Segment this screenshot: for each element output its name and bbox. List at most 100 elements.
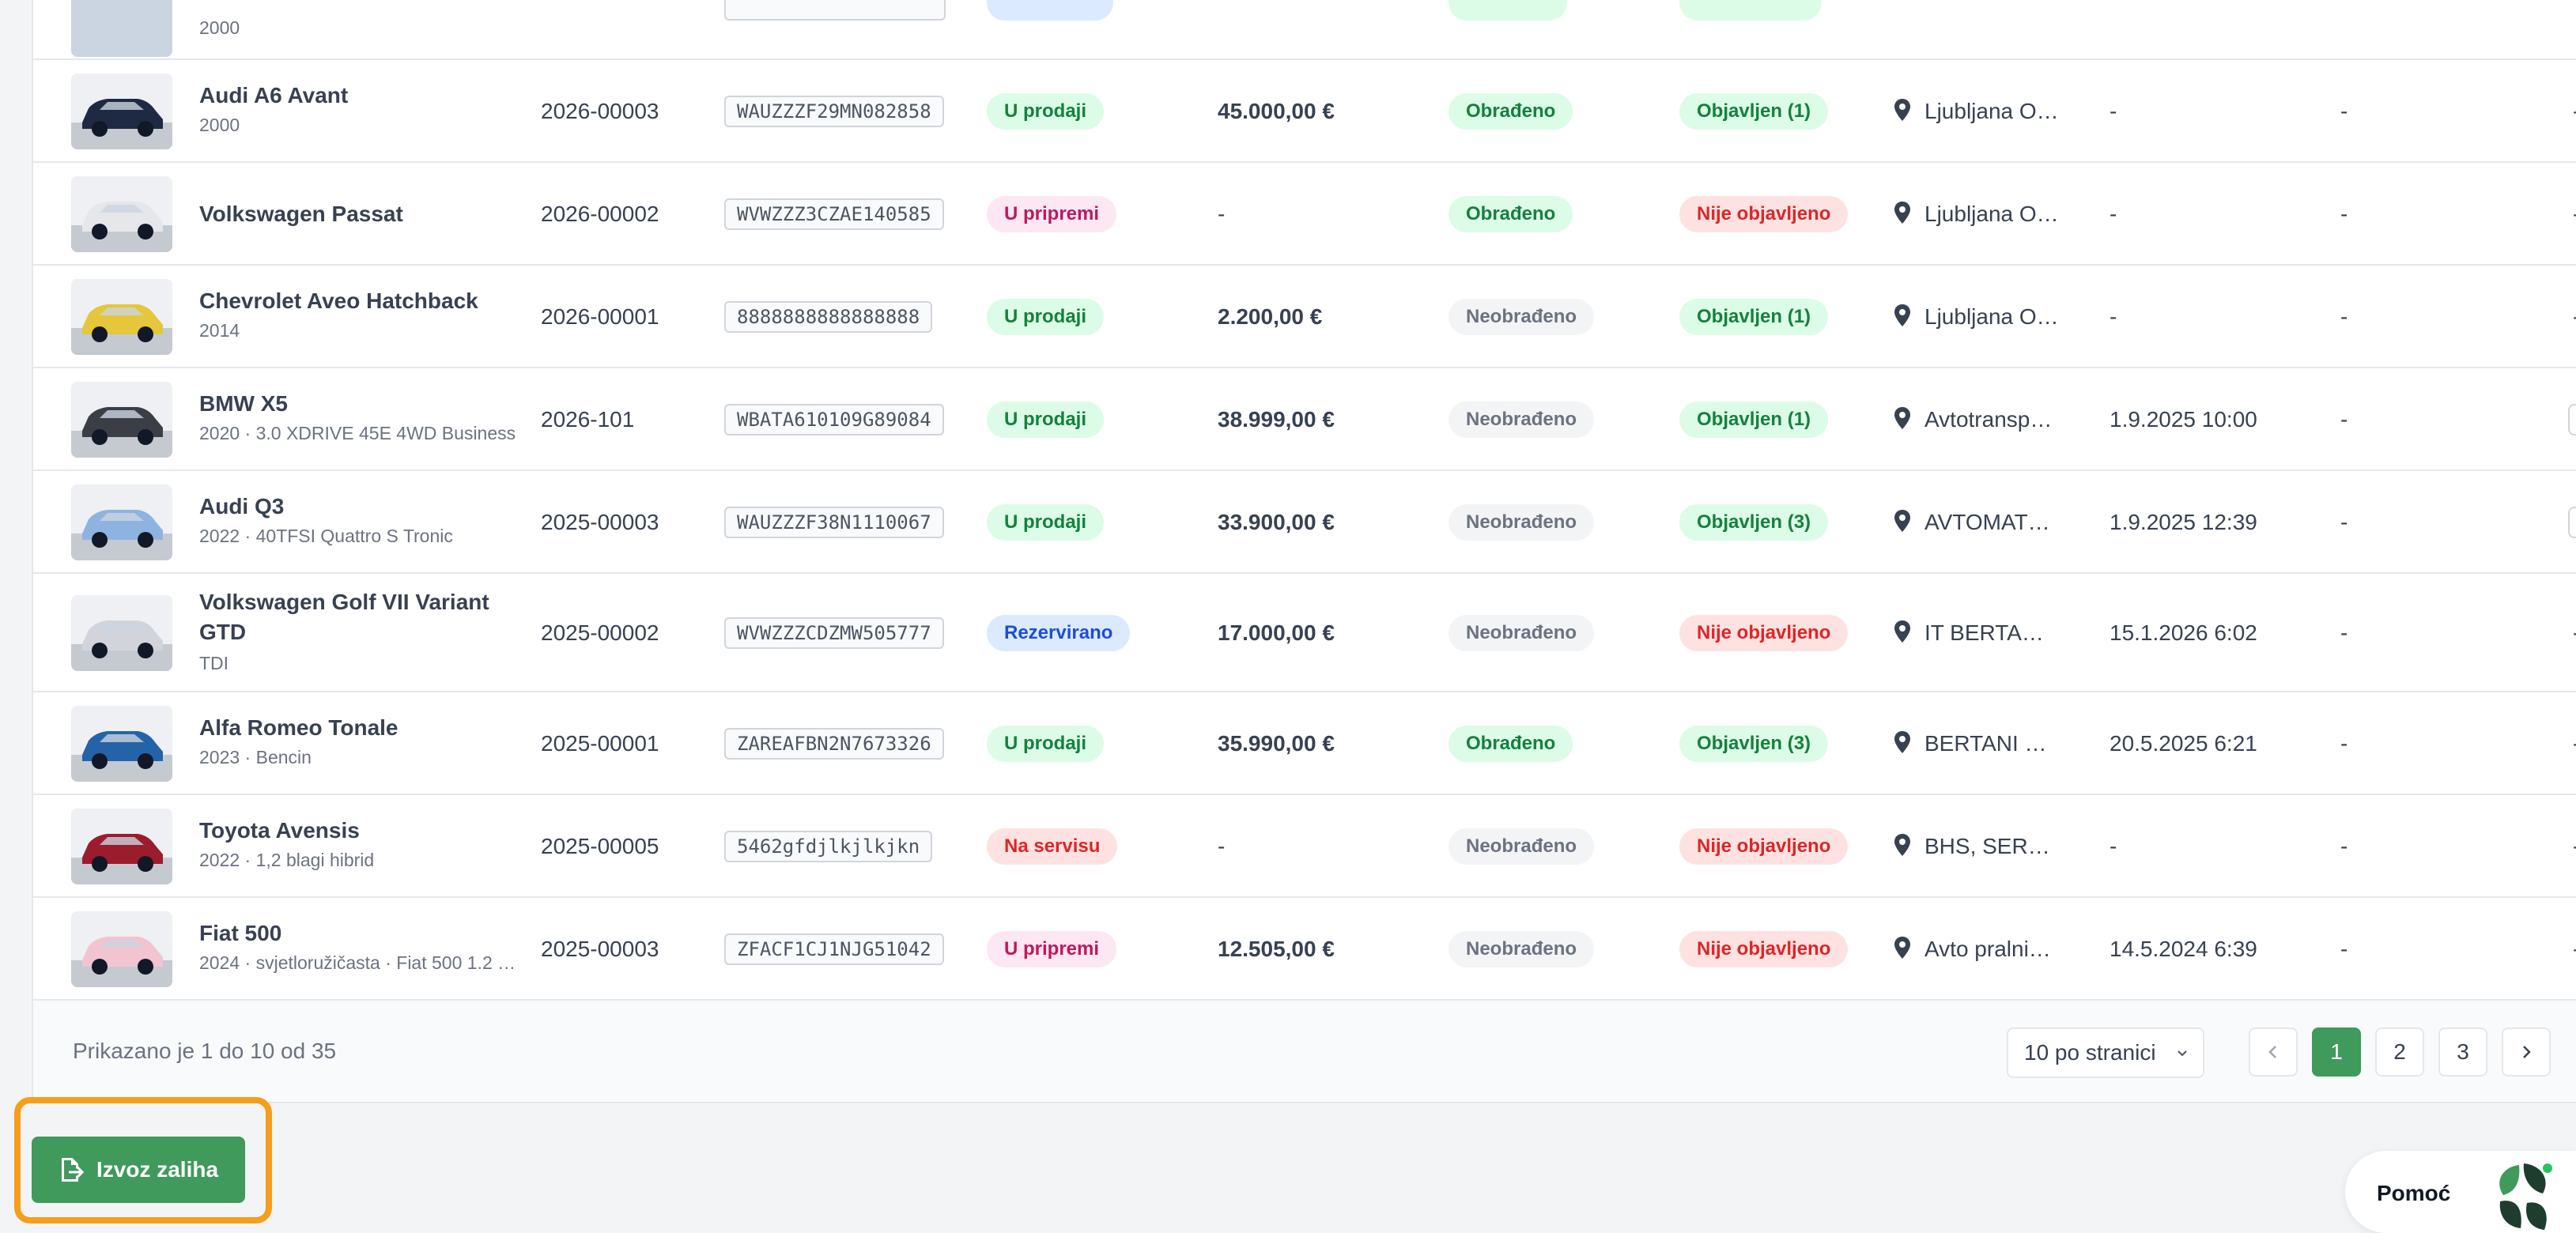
- export-button-label: Izvoz zaliha: [96, 1157, 219, 1182]
- vehicle-title-line2: GTD: [199, 620, 247, 644]
- vin-badge: ZAREAFBN2N7673326: [724, 728, 944, 760]
- column-value: -: [2340, 937, 2348, 961]
- next-page-button[interactable]: [2502, 1028, 2551, 1077]
- vehicle-thumbnail: [71, 911, 172, 987]
- stock-number: 2025-00002: [541, 620, 659, 645]
- location-pin-icon: [1894, 202, 1910, 224]
- column-value: -: [2573, 202, 2576, 227]
- help-widget[interactable]: Pomoć: [2345, 1151, 2576, 1233]
- price: 17.000,00 €: [1218, 620, 1335, 645]
- page-button-3[interactable]: 3: [2438, 1028, 2487, 1077]
- location-pin-icon: [1894, 99, 1910, 121]
- vehicle-title[interactable]: Audi Q3: [199, 494, 284, 519]
- car-image-icon: [71, 595, 172, 671]
- price: 2.200,00 €: [1218, 304, 1323, 329]
- table-row[interactable]: Audi Q3 2022 · 40TFSI Quattro S Tronic 202…: [33, 471, 2576, 574]
- vehicle-title[interactable]: Fiat 500: [199, 921, 281, 946]
- vin-badge: WAUZZZF29MN082858: [724, 96, 944, 127]
- location-pin-icon: [1894, 937, 1910, 959]
- vin-badge: WBATA610109G89084: [724, 404, 944, 436]
- vehicle-thumbnail: [71, 176, 172, 252]
- vin-badge: [724, 0, 946, 21]
- processing-badge: Neobrađeno: [1449, 615, 1595, 651]
- date: 20.5.2025 6:21: [2110, 731, 2257, 756]
- vehicle-title[interactable]: Audi A6 Avant: [199, 83, 348, 108]
- price: -: [1218, 202, 1226, 226]
- table-row-partial[interactable]: 2000: [33, 0, 2576, 60]
- processing-badge: Neobrađeno: [1449, 931, 1595, 967]
- column-value: -: [2340, 510, 2348, 534]
- column-value: -: [2573, 834, 2576, 859]
- date: 1.9.2025 10:00: [2110, 407, 2257, 432]
- vehicle-subtitle: 2022 · 40TFSI Quattro S Tronic: [199, 526, 453, 546]
- table-row[interactable]: BMW X5 2020 · 3.0 XDRIVE 45E 4WD Business…: [33, 368, 2576, 471]
- column-value: -: [2340, 834, 2348, 858]
- location-pin-icon: [1894, 620, 1910, 643]
- status-badge: Rezervirano: [987, 615, 1131, 651]
- car-image-icon: [71, 74, 172, 149]
- vehicle-subtitle: 2020 · 3.0 XDRIVE 45E 4WD Business: [199, 423, 516, 443]
- vehicle-title[interactable]: BMW X5: [199, 391, 288, 417]
- vehicle-thumbnail: [71, 279, 172, 355]
- location-pin-icon: [1894, 304, 1910, 326]
- publication-badge: Nije objavljeno: [1679, 828, 1849, 865]
- price: 45.000,00 €: [1218, 99, 1335, 123]
- edge-chip[interactable]: E: [2568, 507, 2576, 538]
- status-badge: U prodaji: [987, 504, 1105, 541]
- vin-badge: ZFACF1CJ1NJG51042: [724, 933, 944, 965]
- table-row[interactable]: Fiat 500 2024 · svjetloružičasta · Fiat 5…: [33, 898, 2576, 1001]
- vehicle-thumbnail: [71, 595, 172, 671]
- page-button-2[interactable]: 2: [2375, 1028, 2424, 1077]
- vehicle-subtitle: 2014: [199, 320, 240, 341]
- vehicle-title[interactable]: Alfa Romeo Tonale: [199, 715, 398, 741]
- column-value: -: [2573, 304, 2576, 330]
- processing-badge: Obrađeno: [1449, 726, 1573, 762]
- column-value: -: [2340, 304, 2348, 329]
- stock-number: 2026-101: [541, 407, 635, 432]
- column-value: -: [2573, 620, 2576, 646]
- vehicle-title[interactable]: Chevrolet Aveo Hatchback: [199, 288, 478, 314]
- vehicle-subtitle: 2023 · Bencin: [199, 747, 312, 767]
- vehicle-thumbnail: [71, 485, 172, 560]
- vehicle-title[interactable]: Volkswagen Golf VII Variant: [199, 590, 489, 615]
- export-inventory-button[interactable]: Izvoz zaliha: [32, 1137, 245, 1203]
- location: BHS, SER…: [1924, 834, 2050, 858]
- processing-badge: Neobrađeno: [1449, 402, 1595, 438]
- status-badge: U prodaji: [987, 299, 1105, 335]
- processing-badge: Neobrađeno: [1449, 828, 1595, 865]
- date: 14.5.2024 6:39: [2110, 937, 2257, 961]
- date: 15.1.2026 6:02: [2110, 620, 2257, 645]
- stock-number: 2025-00001: [541, 731, 659, 756]
- vehicle-title[interactable]: Volkswagen Passat: [199, 202, 403, 227]
- chevron-right-icon: [2523, 1046, 2531, 1058]
- date: -: [2110, 834, 2117, 858]
- table-row[interactable]: Volkswagen Passat 2026-00002 WVWZZZ3CZAE14…: [33, 163, 2576, 266]
- per-page-select[interactable]: 10 po stranici: [2007, 1028, 2204, 1078]
- column-value: -: [2573, 937, 2576, 962]
- vin-badge: WVWZZZCDZMW505777: [724, 617, 944, 649]
- car-image-icon: [71, 279, 172, 355]
- status-badge: U prodaji: [987, 402, 1105, 438]
- price: 35.990,00 €: [1218, 731, 1335, 756]
- publication-badge: Objavljen (1): [1679, 402, 1829, 438]
- edge-chip[interactable]: F: [2568, 404, 2576, 436]
- price: 38.999,00 €: [1218, 407, 1335, 432]
- table-row[interactable]: Chevrolet Aveo Hatchback 2014 2026-00001 88…: [33, 266, 2576, 368]
- table-row[interactable]: Audi A6 Avant 2000 2026-00003 WAUZZZF29MN08…: [33, 60, 2576, 163]
- publication-badge: Nije objavljeno: [1679, 615, 1849, 651]
- vehicle-subtitle: 2000: [199, 17, 240, 38]
- table-row[interactable]: Alfa Romeo Tonale 2023 · Bencin 2025-00001…: [33, 692, 2576, 795]
- prev-page-button[interactable]: [2249, 1028, 2298, 1077]
- column-value: -: [2340, 202, 2348, 226]
- table-row[interactable]: Volkswagen Golf VII Variant GTD TDI 2025-00…: [33, 574, 2576, 692]
- vehicle-title[interactable]: Toyota Avensis: [199, 818, 360, 843]
- stock-number: 2025-00003: [541, 937, 659, 961]
- location: AVTOMAT…: [1924, 510, 2050, 534]
- location-pin-icon: [1894, 731, 1910, 753]
- column-value: -: [2573, 99, 2576, 124]
- table-row[interactable]: Toyota Avensis 2022 · 1,2 blagi hibrid 202…: [33, 795, 2576, 898]
- location: Ljubljana O…: [1924, 304, 2059, 329]
- page-button-1[interactable]: 1: [2312, 1028, 2361, 1077]
- location: Avtotransp…: [1924, 407, 2053, 432]
- car-image-icon: [71, 911, 172, 987]
